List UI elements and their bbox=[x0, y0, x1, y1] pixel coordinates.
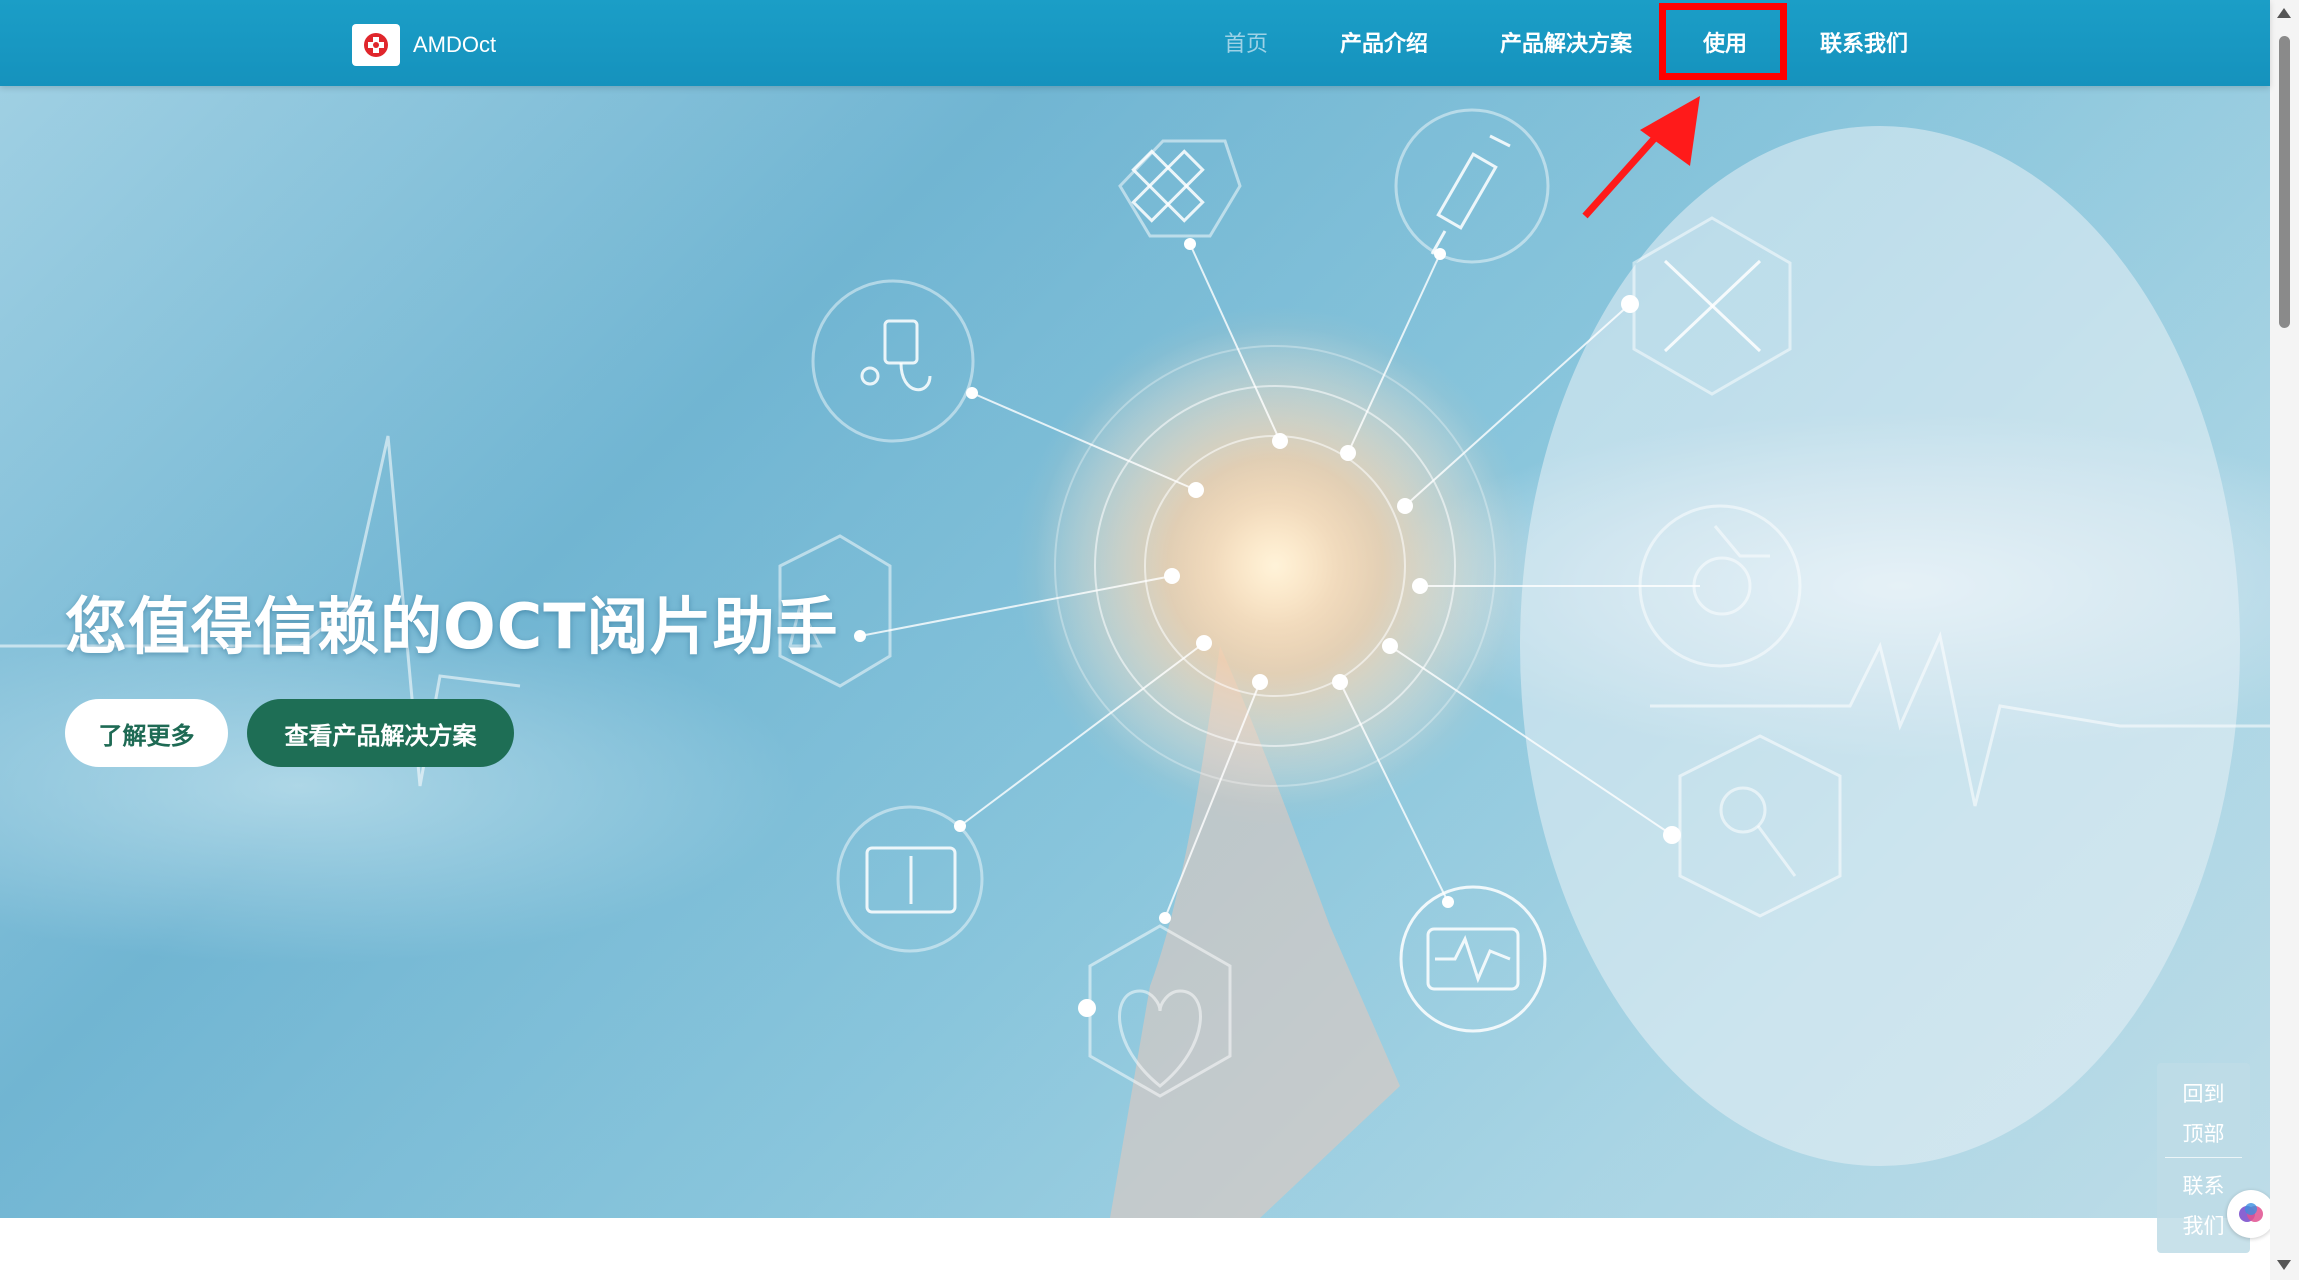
nav-contact-us[interactable]: 联系我们 bbox=[1820, 26, 1908, 58]
xray-icon bbox=[836, 805, 984, 953]
learn-more-button[interactable]: 了解更多 bbox=[65, 699, 228, 767]
scroll-down-arrow-icon[interactable] bbox=[2277, 1260, 2291, 1270]
hero-title: 您值得信赖的OCT阅片助手 bbox=[65, 590, 839, 663]
scrollbar-thumb[interactable] bbox=[2279, 36, 2290, 328]
brand[interactable]: AMDOct bbox=[352, 24, 496, 66]
iv-drip-icon bbox=[811, 279, 975, 443]
hero-banner: 您值得信赖的OCT阅片助手 了解更多 查看产品解决方案 bbox=[0, 86, 2270, 1218]
float-divider bbox=[2165, 1157, 2242, 1158]
arrow-annotation bbox=[1582, 96, 1700, 219]
brand-logo-icon bbox=[352, 24, 400, 66]
back-to-top-button[interactable]: 回到 顶部 bbox=[2157, 1074, 2250, 1154]
view-solutions-button[interactable]: 查看产品解决方案 bbox=[247, 699, 514, 767]
nav-product-intro[interactable]: 产品介绍 bbox=[1340, 26, 1428, 58]
brand-name: AMDOct bbox=[413, 32, 497, 57]
back-to-top-label-1: 回到 bbox=[2182, 1082, 2225, 1106]
bandage-icon bbox=[1118, 139, 1242, 238]
center-glow bbox=[1035, 326, 1515, 806]
heart-monitor-icon bbox=[1399, 885, 1547, 1033]
nav-usage-highlight bbox=[1659, 3, 1787, 80]
back-to-top-label-2: 顶部 bbox=[2182, 1122, 2225, 1146]
scroll-up-arrow-icon[interactable] bbox=[2277, 8, 2291, 18]
syringe-icon bbox=[1394, 108, 1550, 264]
assistant-badge-icon[interactable] bbox=[2227, 1190, 2275, 1238]
nav-product-solutions[interactable]: 产品解决方案 bbox=[1500, 26, 1632, 58]
top-navbar: AMDOct 首页 产品介绍 产品解决方案 使用 联系我们 bbox=[0, 0, 2270, 86]
nav-home[interactable]: 首页 bbox=[1224, 26, 1268, 58]
